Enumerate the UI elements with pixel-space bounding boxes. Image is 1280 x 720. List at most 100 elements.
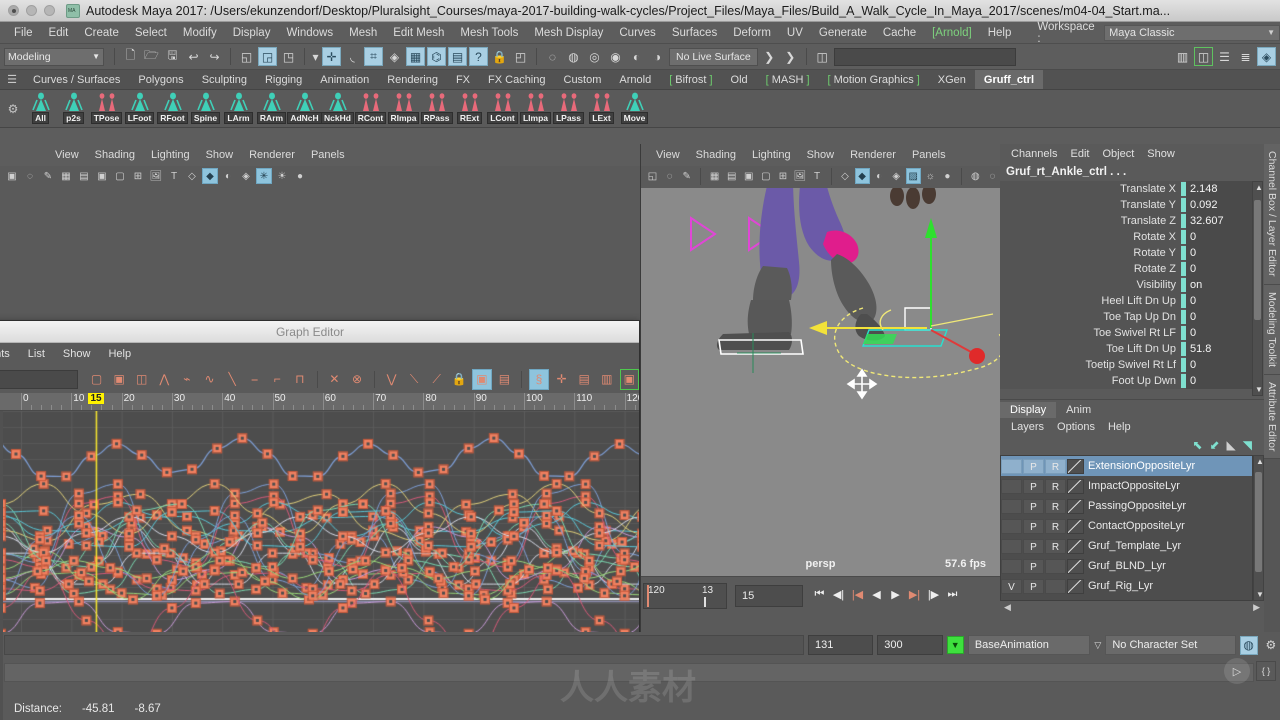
script-editor-play-icon[interactable]: ▷: [1224, 658, 1250, 684]
channel-row[interactable]: Rotate X 0: [1000, 228, 1252, 245]
menu-item-surfaces[interactable]: Surfaces: [664, 25, 725, 41]
shelf-button-rarm[interactable]: RArm: [255, 92, 288, 126]
input-connection-icon[interactable]: ◎: [585, 47, 604, 66]
shelf-tab-rendering[interactable]: Rendering: [378, 70, 447, 89]
channel-value[interactable]: 0: [1186, 260, 1252, 277]
layer-visibility-toggle[interactable]: [1001, 558, 1022, 574]
grid-icon[interactable]: ▦: [58, 168, 74, 184]
layer-reference-toggle[interactable]: R: [1045, 538, 1066, 554]
shelf-tab-motion-graphics[interactable]: [Motion Graphics]: [819, 70, 929, 89]
live-surface-field[interactable]: No Live Surface: [669, 47, 758, 66]
snap-to-curve-icon[interactable]: ◟: [343, 47, 362, 66]
channel-value[interactable]: 0: [1186, 292, 1252, 309]
xray-icon[interactable]: ◌: [985, 168, 1000, 184]
stacked-curves-icon[interactable]: ▤: [495, 369, 515, 390]
show-hide-layer-editor-icon[interactable]: ◈: [1257, 47, 1276, 66]
snap-to-view-plane-icon[interactable]: ▦: [406, 47, 425, 66]
grid-icon[interactable]: ▦: [707, 168, 722, 184]
menu-item-generate[interactable]: Generate: [811, 25, 875, 41]
smooth-shade-icon[interactable]: ◆: [202, 168, 218, 184]
character-set-field[interactable]: No Character Set: [1105, 635, 1236, 655]
layer-color-swatch[interactable]: [1067, 478, 1084, 494]
spline-tangent-icon[interactable]: ∿: [200, 369, 220, 390]
viewport-menu-shading[interactable]: Shading: [689, 147, 743, 163]
menu-item-display[interactable]: Display: [225, 25, 279, 41]
layer-visibility-toggle[interactable]: [1001, 518, 1022, 534]
current-frame-field[interactable]: 15: [735, 585, 803, 607]
collapse-left-icon[interactable]: ❯: [760, 47, 779, 66]
go-to-end-button[interactable]: ⏭: [944, 585, 961, 603]
graph-editor-playhead[interactable]: 15: [88, 393, 104, 404]
move-layer-up-icon[interactable]: ⬉: [1192, 438, 1202, 452]
free-tangent-weight-icon[interactable]: ⋁: [382, 369, 402, 390]
shelf-button-lext[interactable]: LExt: [585, 92, 618, 126]
wireframe-icon[interactable]: ◇: [184, 168, 200, 184]
step-forward-key-button[interactable]: |▶: [925, 585, 942, 603]
layer-editor-menu-layers[interactable]: Layers: [1006, 421, 1049, 433]
layer-playback-toggle[interactable]: P: [1023, 558, 1044, 574]
textured-icon[interactable]: ◈: [889, 168, 904, 184]
frame-playback-range-icon[interactable]: ◫: [132, 369, 152, 390]
layer-row[interactable]: P R ExtensionOppositeLyr: [1001, 456, 1252, 476]
scroll-down-arrow-icon[interactable]: ▼: [1256, 590, 1264, 599]
show-hide-channel-box-icon[interactable]: ≣: [1236, 47, 1255, 66]
graph-editor-titlebar[interactable]: Graph Editor: [0, 321, 639, 343]
layer-playback-toggle[interactable]: P: [1023, 498, 1044, 514]
dock-tab-channel-box-layer-editor[interactable]: Channel Box / Layer Editor: [1264, 144, 1280, 285]
shelf-tab-polygons[interactable]: Polygons: [129, 70, 192, 89]
scroll-right-arrow-icon[interactable]: ▶: [1253, 602, 1260, 613]
window-minimize-button[interactable]: [26, 5, 37, 16]
channel-value[interactable]: 0: [1186, 244, 1252, 261]
layer-visibility-toggle[interactable]: [1001, 458, 1022, 474]
scroll-up-arrow-icon[interactable]: ▲: [1255, 183, 1263, 192]
step-forward-frame-button[interactable]: ▶|: [906, 585, 923, 603]
scroll-up-arrow-icon[interactable]: ▲: [1256, 457, 1264, 466]
animation-settings-gear-icon[interactable]: ⚙: [1262, 636, 1280, 655]
shelf-button-rimpa[interactable]: RImpa: [387, 92, 420, 126]
shelf-button-rcont[interactable]: RCont: [354, 92, 387, 126]
clamped-tangent-icon[interactable]: ╲: [222, 369, 242, 390]
layer-row[interactable]: P R Gruf_Template_Lyr: [1001, 536, 1252, 556]
edit-membership-icon[interactable]: ◍: [564, 47, 583, 66]
animation-layer-field[interactable]: BaseAnimation: [967, 635, 1091, 655]
break-tangents-icon[interactable]: ✕: [325, 369, 345, 390]
shelf-menu-icon[interactable]: ☰: [0, 70, 24, 89]
select-by-object-type-icon[interactable]: ◲: [258, 47, 277, 66]
shelf-button-larm[interactable]: LArm: [222, 92, 255, 126]
ao-icon[interactable]: ●: [292, 168, 308, 184]
layer-row[interactable]: P Gruf_BLND_Lyr: [1001, 556, 1252, 576]
shelf-button-lpass[interactable]: LPass: [552, 92, 585, 126]
left-panel-menu-show[interactable]: Show: [199, 147, 241, 163]
use-all-lights-icon[interactable]: ✳: [256, 168, 272, 184]
frame-selection-icon[interactable]: ▣: [109, 369, 129, 390]
channel-row[interactable]: Translate X 2.148: [1000, 180, 1252, 197]
channel-row[interactable]: Toe Lift Dn Up 51.8: [1000, 340, 1252, 357]
shelf-button-tpose[interactable]: TPose: [90, 92, 123, 126]
viewport-menu-panels[interactable]: Panels: [905, 147, 953, 163]
gate-mask-icon[interactable]: ▢: [112, 168, 128, 184]
channel-value[interactable]: 0: [1186, 228, 1252, 245]
shelf-tab-bifrost[interactable]: [Bifrost]: [660, 70, 721, 89]
shelf-options-gear-icon[interactable]: ⚙: [2, 94, 24, 124]
move-layer-down-icon[interactable]: ⬋: [1209, 438, 1219, 452]
viewport-menu-show[interactable]: Show: [800, 147, 842, 163]
menu-item-curves[interactable]: Curves: [611, 25, 663, 41]
channel-row[interactable]: Foot Up Dwn 0: [1000, 372, 1252, 389]
left-panel-menu-renderer[interactable]: Renderer: [242, 147, 302, 163]
lock-tangent-icon[interactable]: 🔒: [449, 369, 469, 390]
shelf-tab-sculpting[interactable]: Sculpting: [193, 70, 256, 89]
selection-mode-dropdown[interactable]: Modeling ▼: [4, 47, 104, 66]
layer-playback-toggle[interactable]: P: [1023, 458, 1044, 474]
layer-playback-toggle[interactable]: P: [1023, 538, 1044, 554]
layer-row[interactable]: V P Gruf_Rig_Lyr: [1001, 576, 1252, 596]
snap-to-grid-icon[interactable]: ✛: [322, 47, 341, 66]
menu-item-help[interactable]: Help: [980, 25, 1020, 41]
play-backwards-button[interactable]: ◀: [868, 585, 885, 603]
layer-reference-toggle[interactable]: R: [1045, 458, 1066, 474]
time-snap-icon[interactable]: §: [529, 368, 549, 390]
step-back-frame-button[interactable]: |◀: [849, 585, 866, 603]
two-panes-icon[interactable]: ⊞: [775, 168, 790, 184]
layer-visibility-toggle[interactable]: [1001, 538, 1022, 554]
viewport-menu-view[interactable]: View: [649, 147, 687, 163]
graph-editor-menu-ents[interactable]: ents: [0, 348, 18, 360]
